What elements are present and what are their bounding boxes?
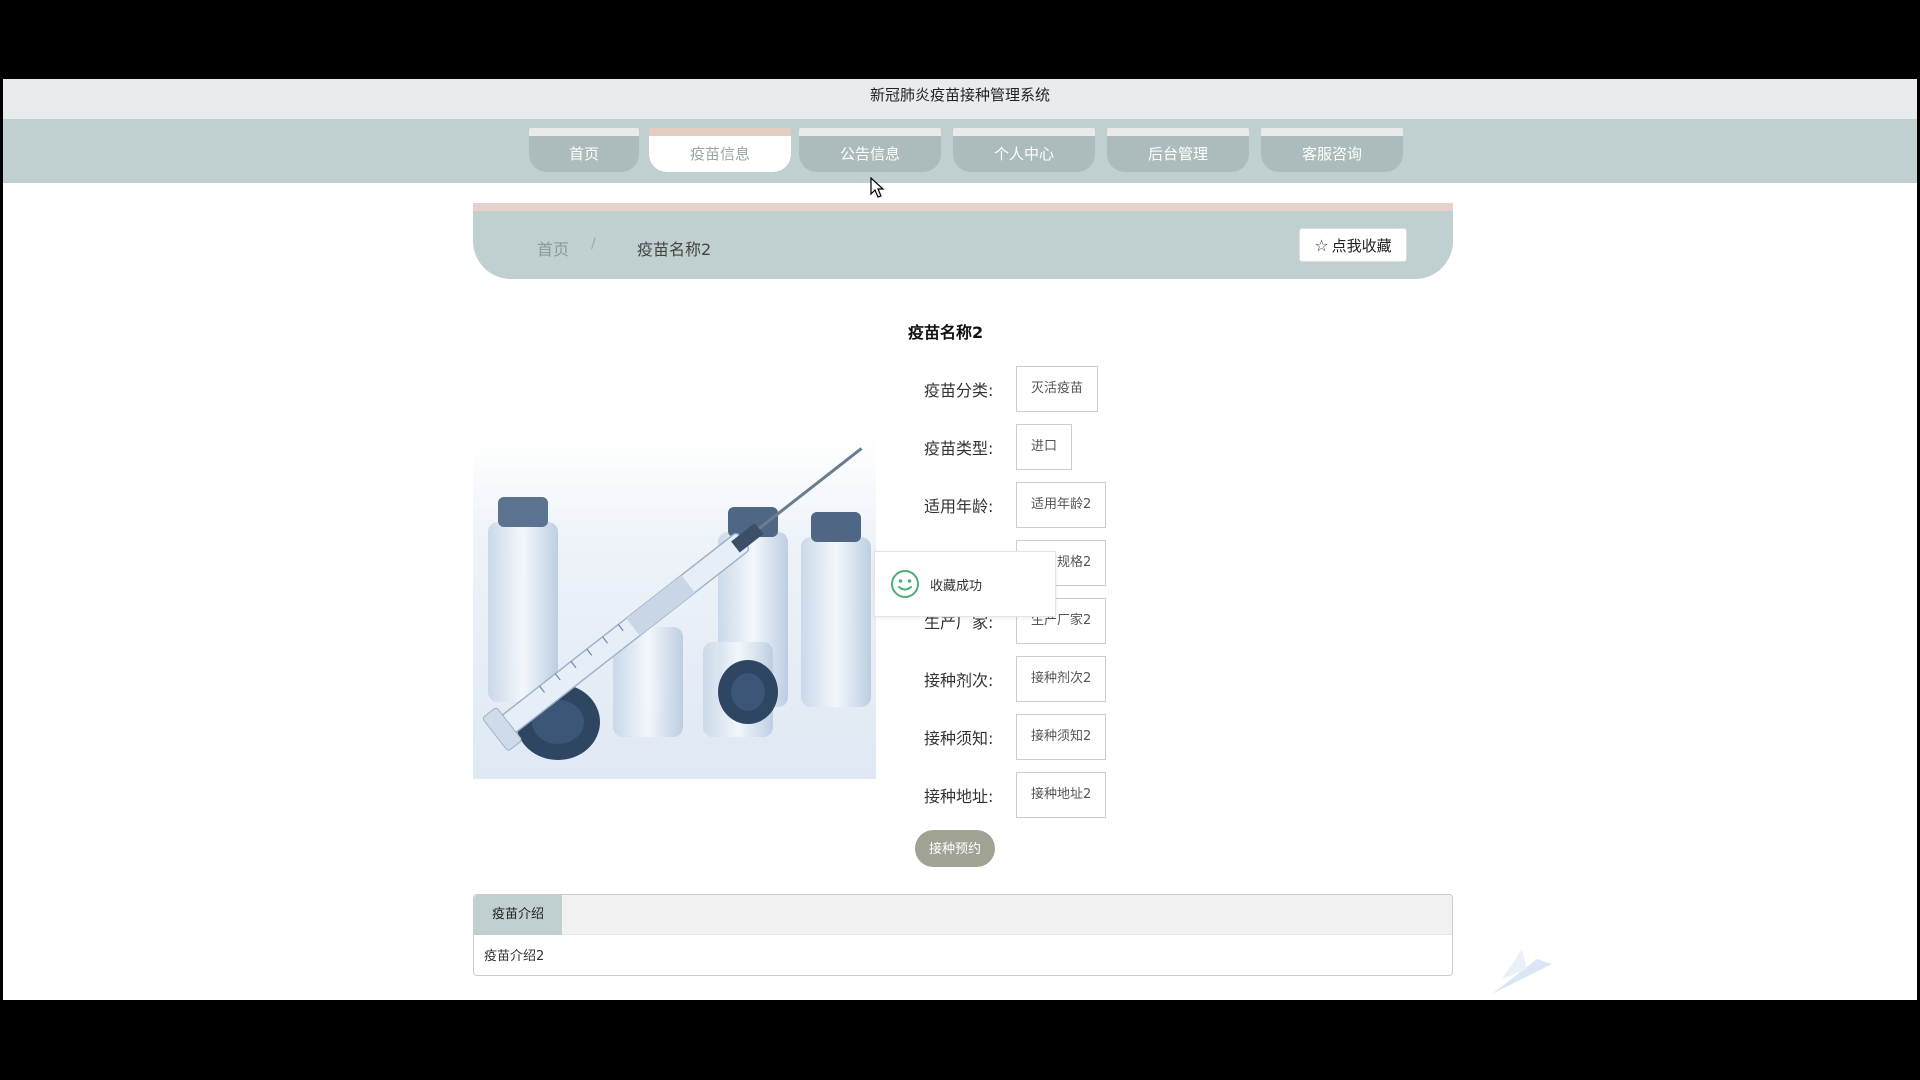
site-title: 新冠肺炎疫苗接种管理系统 [869, 86, 1050, 104]
field-label: 接种须知: [924, 729, 994, 748]
field-value: 适用年龄2 [1016, 482, 1107, 528]
nav-item-announcements[interactable]: 公告信息 [799, 128, 941, 172]
favorite-button[interactable]: ☆ 点我收藏 [1299, 228, 1407, 262]
nav-item-home[interactable]: 首页 [529, 128, 639, 172]
browser-viewport: 新冠肺炎疫苗接种管理系统 首页 疫苗信息 公告信息 个人中心 后台管理 客服咨询… [3, 79, 1917, 1000]
intro-tab-bar: 疫苗介绍 [474, 895, 1452, 935]
field-label: 疫苗类型: [924, 439, 994, 458]
field-label: 适用年龄: [924, 497, 994, 516]
field-row-category: 疫苗分类: 灭活疫苗 [924, 366, 1099, 412]
breadcrumb-home-link[interactable]: 首页 [537, 236, 569, 260]
nav-item-customer-service[interactable]: 客服咨询 [1261, 128, 1403, 172]
smile-icon [891, 570, 919, 598]
star-outline-icon: ☆ [1314, 235, 1329, 255]
field-value: 灭活疫苗 [1016, 366, 1099, 412]
nav-item-vaccine-info[interactable]: 疫苗信息 [649, 128, 791, 172]
nav-item-personal-center[interactable]: 个人中心 [953, 128, 1095, 172]
field-value: 接种剂次2 [1016, 656, 1107, 702]
toast-message: 收藏成功 [930, 578, 983, 594]
vaccine-name-title: 疫苗名称2 [908, 323, 984, 342]
tab-vaccine-intro[interactable]: 疫苗介绍 [474, 895, 563, 935]
mouse-cursor-icon [870, 177, 885, 198]
breadcrumb: 首页 / 疫苗名称2 ☆ 点我收藏 [473, 203, 1453, 279]
field-value: 接种地址2 [1016, 772, 1107, 818]
field-label: 疫苗分类: [924, 381, 994, 400]
field-row-notice: 接种须知: 接种须知2 [924, 714, 1107, 760]
main-nav: 首页 疫苗信息 公告信息 个人中心 后台管理 客服咨询 [3, 119, 1917, 183]
field-row-doses: 接种剂次: 接种剂次2 [924, 656, 1107, 702]
favorite-success-toast: 收藏成功 [874, 551, 1056, 617]
decoration-shape [1492, 949, 1552, 994]
favorite-button-label: 点我收藏 [1331, 236, 1392, 255]
field-value: 接种须知2 [1016, 714, 1107, 760]
field-row-address: 接种地址: 接种地址2 [924, 772, 1107, 818]
breadcrumb-separator: / [591, 236, 596, 252]
intro-content: 疫苗介绍2 [484, 949, 545, 964]
field-label: 接种剂次: [924, 671, 994, 690]
vaccine-intro-panel: 疫苗介绍 疫苗介绍2 [473, 894, 1453, 976]
breadcrumb-current: 疫苗名称2 [637, 240, 712, 259]
vaccine-image [473, 337, 876, 779]
nav-item-admin[interactable]: 后台管理 [1107, 128, 1249, 172]
field-label: 接种地址: [924, 787, 994, 806]
site-header: 新冠肺炎疫苗接种管理系统 [3, 79, 1917, 119]
field-row-type: 疫苗类型: 进口 [924, 424, 1073, 470]
book-vaccination-button[interactable]: 接种预约 [915, 830, 995, 867]
field-value: 进口 [1016, 424, 1073, 470]
field-row-age: 适用年龄: 适用年龄2 [924, 482, 1107, 528]
